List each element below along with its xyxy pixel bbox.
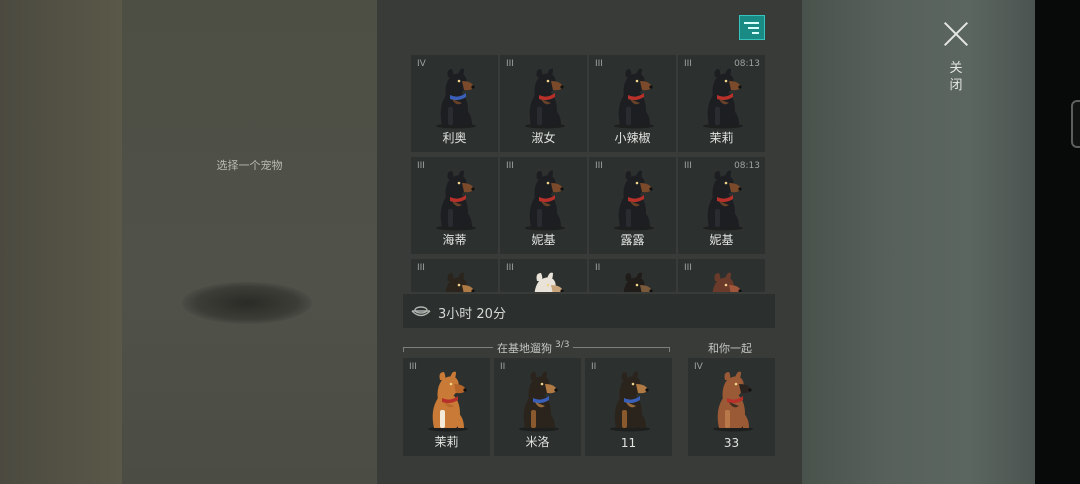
dog-name: 淑女: [531, 131, 556, 145]
dog-portrait-icon: [606, 165, 660, 235]
screen-edge: [1035, 0, 1080, 484]
dog-portrait-icon: [511, 366, 565, 436]
dog-portrait-icon: [428, 63, 482, 133]
with-you-section-title: 和你一起: [704, 340, 756, 356]
pet-preview-panel: [122, 0, 377, 484]
dog-name: 利奥: [442, 131, 467, 145]
filter-icon-line: [752, 32, 759, 34]
dog-portrait-icon: [606, 63, 660, 133]
base-dog-card[interactable]: II 米洛: [494, 358, 581, 456]
dog-portrait-icon: [705, 366, 759, 436]
select-pet-hint: 选择一个宠物: [216, 159, 283, 172]
food-bowl-icon: [411, 306, 431, 317]
with-you-dog-card[interactable]: IV 33: [688, 358, 775, 456]
dog-name: 露露: [620, 233, 645, 247]
dog-rank: III: [506, 59, 514, 69]
dog-portrait-icon: [428, 165, 482, 235]
pet-card[interactable]: III: [678, 259, 765, 292]
pet-card[interactable]: IV 利奥: [411, 55, 498, 152]
divider-tick-left: [403, 347, 404, 352]
base-dog-card[interactable]: II 11: [585, 358, 672, 456]
pet-preview-shadow: [182, 282, 312, 324]
dog-name: 妮基: [709, 233, 734, 247]
pet-card[interactable]: III 淑女: [500, 55, 587, 152]
dog-name: 11: [620, 436, 637, 450]
dog-rank: III: [595, 59, 603, 69]
dog-rank: II: [500, 362, 506, 372]
dog-rank: III: [506, 161, 514, 171]
dog-rank: III: [684, 263, 692, 273]
dog-name: 茉莉: [434, 435, 459, 449]
dog-portrait-icon: [517, 165, 571, 235]
dog-rank: III: [417, 263, 425, 273]
dog-portrait-icon: [428, 267, 482, 292]
pet-card[interactable]: III: [411, 259, 498, 292]
dog-name: 海蒂: [442, 233, 467, 247]
dog-rank: III: [417, 161, 425, 171]
pet-card[interactable]: III 08:13 茉莉: [678, 55, 765, 152]
dog-rank: III: [684, 59, 692, 69]
dog-rank: IV: [417, 59, 426, 69]
dog-portrait-icon: [517, 63, 571, 133]
base-section-title: 在基地遛狗 3/3: [493, 340, 574, 356]
pet-card[interactable]: II: [589, 259, 676, 292]
dog-portrait-icon: [606, 267, 660, 292]
pet-card[interactable]: III 小辣椒: [589, 55, 676, 152]
dog-rank: III: [409, 362, 417, 372]
dog-name: 33: [723, 436, 740, 450]
dog-portrait-icon: [420, 366, 474, 436]
pet-card[interactable]: III 妮基: [500, 157, 587, 254]
dog-portrait-icon: [695, 165, 749, 235]
dog-portrait-icon: [695, 63, 749, 133]
dog-name: 小辣椒: [614, 131, 651, 145]
dog-portrait-icon: [695, 267, 749, 292]
dog-name: 妮基: [531, 233, 556, 247]
dog-portrait-icon: [517, 267, 571, 292]
filter-icon: [744, 22, 759, 24]
pet-card[interactable]: III: [500, 259, 587, 292]
dog-name: 茉莉: [709, 131, 734, 145]
dog-rank: III: [595, 161, 603, 171]
pet-card[interactable]: III 海蒂: [411, 157, 498, 254]
dog-rank: III: [684, 161, 692, 171]
close-label[interactable]: 关闭: [948, 60, 964, 94]
dog-rank: III: [506, 263, 514, 273]
filter-icon-line: [748, 27, 759, 29]
pet-grid: IV 利奥 III 淑女 III 小辣椒 III 08:13 茉莉 III 海蒂 III 妮基 III 露露…: [411, 55, 771, 292]
dog-rank: IV: [694, 362, 703, 372]
pet-card[interactable]: III 露露: [589, 157, 676, 254]
pet-card[interactable]: III 08:13 妮基: [678, 157, 765, 254]
divider-tick-right: [669, 347, 670, 352]
food-status-bar: 3小时 20分: [403, 294, 775, 328]
base-section-count: 3/3: [555, 340, 570, 350]
food-time-text: 3小时 20分: [438, 307, 506, 322]
dog-rank: II: [595, 263, 601, 273]
background-left: [0, 0, 122, 484]
base-dog-card[interactable]: III 茉莉: [403, 358, 490, 456]
dog-name: 米洛: [525, 435, 550, 449]
filter-button[interactable]: [739, 15, 765, 40]
base-section-label: 在基地遛狗: [497, 342, 552, 355]
device-notch: [1071, 100, 1080, 148]
dog-portrait-icon: [602, 366, 656, 436]
close-icon[interactable]: [942, 20, 970, 48]
dog-rank: II: [591, 362, 597, 372]
